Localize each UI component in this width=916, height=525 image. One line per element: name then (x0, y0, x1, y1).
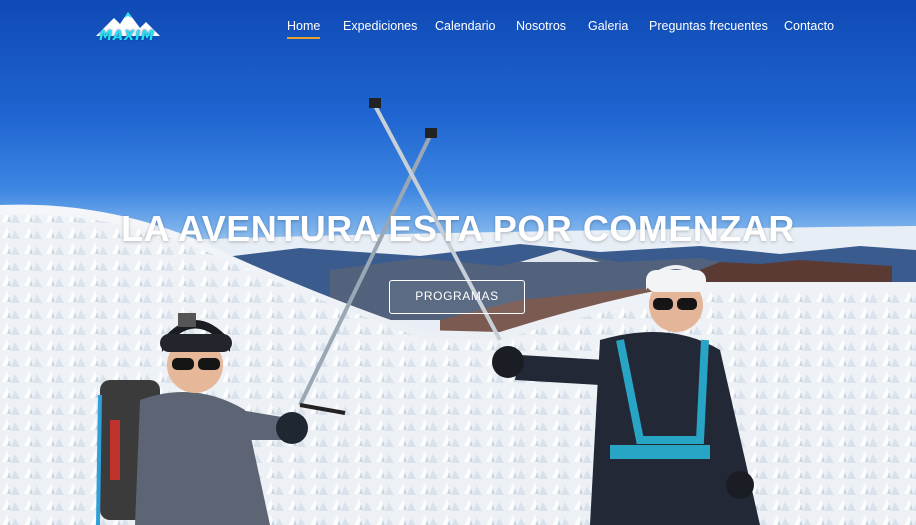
nav-item-expediciones[interactable]: Expediciones (343, 19, 417, 33)
programas-button[interactable]: PROGRAMAS (389, 280, 525, 314)
nav-item-home[interactable]: Home (287, 19, 321, 39)
hero-headline: LA AVENTURA ESTA POR COMENZAR (121, 208, 795, 249)
navbar: MAXIM Home Expediciones Calendario Nosot… (0, 0, 916, 56)
nav-item-preguntas-frecuentes[interactable]: Preguntas frecuentes (649, 19, 768, 33)
brand-logo-text: MAXIM (99, 29, 155, 44)
nav-item-nosotros[interactable]: Nosotros (516, 19, 566, 33)
nav-item-calendario[interactable]: Calendario (435, 19, 495, 33)
hero-section: MAXIM Home Expediciones Calendario Nosot… (0, 0, 916, 525)
hero-background-photo (0, 98, 916, 525)
brand-logo[interactable]: MAXIM (88, 8, 166, 46)
nav-item-contacto[interactable]: Contacto (784, 19, 834, 33)
nav-item-galeria[interactable]: Galeria (588, 19, 628, 33)
